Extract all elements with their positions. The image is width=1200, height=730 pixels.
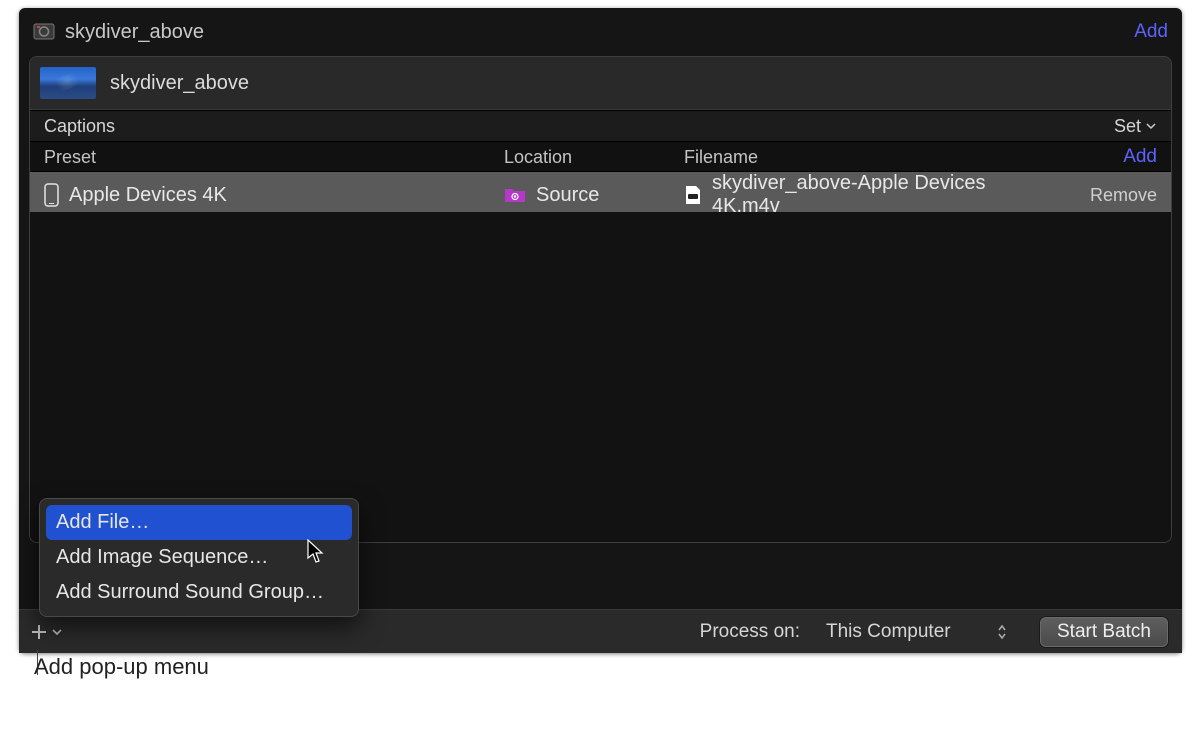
preset-name: Apple Devices 4K xyxy=(69,184,227,207)
preset-cell: Apple Devices 4K xyxy=(44,183,504,207)
remove-button[interactable]: Remove xyxy=(1057,185,1157,206)
batch-box: skydiver_above Captions Set Preset Locat… xyxy=(29,56,1172,543)
empty-area xyxy=(30,212,1171,542)
col-filename: Filename xyxy=(684,147,1067,168)
device-icon xyxy=(44,183,59,207)
job-name: skydiver_above xyxy=(110,72,249,95)
menu-item-add-image-sequence[interactable]: Add Image Sequence… xyxy=(46,540,352,575)
job-header[interactable]: skydiver_above xyxy=(30,57,1171,110)
add-link[interactable]: Add xyxy=(1134,21,1168,43)
col-preset: Preset xyxy=(44,147,504,168)
batch-window: skydiver_above Add skydiver_above Captio… xyxy=(19,8,1182,653)
add-popup-menu: Add File… Add Image Sequence… Add Surrou… xyxy=(39,498,359,617)
file-icon xyxy=(684,185,702,205)
captions-label: Captions xyxy=(44,116,115,137)
clip-thumbnail xyxy=(40,67,96,99)
chevron-down-icon xyxy=(51,626,63,638)
window-title: skydiver_above xyxy=(65,21,1124,44)
captions-row: Captions Set xyxy=(30,110,1171,142)
location-cell: Source xyxy=(504,184,684,207)
col-location: Location xyxy=(504,147,684,168)
set-captions-button[interactable]: Set xyxy=(1114,116,1157,137)
process-target-value: This Computer xyxy=(826,621,951,643)
start-batch-button[interactable]: Start Batch xyxy=(1040,617,1168,647)
remove-label: Remove xyxy=(1090,185,1157,206)
filename-text: skydiver_above-Apple Devices 4K.m4v xyxy=(712,172,1057,218)
process-on-label: Process on: xyxy=(700,621,800,643)
filename-cell: skydiver_above-Apple Devices 4K.m4v xyxy=(684,172,1057,218)
process-target-dropdown[interactable]: This Computer xyxy=(816,618,1016,646)
folder-icon xyxy=(504,186,526,204)
stepper-icon xyxy=(996,623,1008,641)
plus-icon xyxy=(29,622,49,642)
app-icon xyxy=(33,21,55,43)
annotation-label: Add pop-up menu xyxy=(34,654,209,680)
add-preset-link[interactable]: Add xyxy=(1067,146,1157,168)
titlebar: skydiver_above Add xyxy=(19,8,1182,56)
menu-item-add-surround-sound-group[interactable]: Add Surround Sound Group… xyxy=(46,575,352,610)
chevron-down-icon xyxy=(1145,120,1157,132)
set-label: Set xyxy=(1114,116,1141,137)
columns-header: Preset Location Filename Add xyxy=(30,142,1171,172)
output-row[interactable]: Apple Devices 4K Source xyxy=(30,172,1171,212)
add-popup-button[interactable] xyxy=(29,622,63,642)
menu-item-add-file[interactable]: Add File… xyxy=(46,505,352,540)
location-name: Source xyxy=(536,184,599,207)
